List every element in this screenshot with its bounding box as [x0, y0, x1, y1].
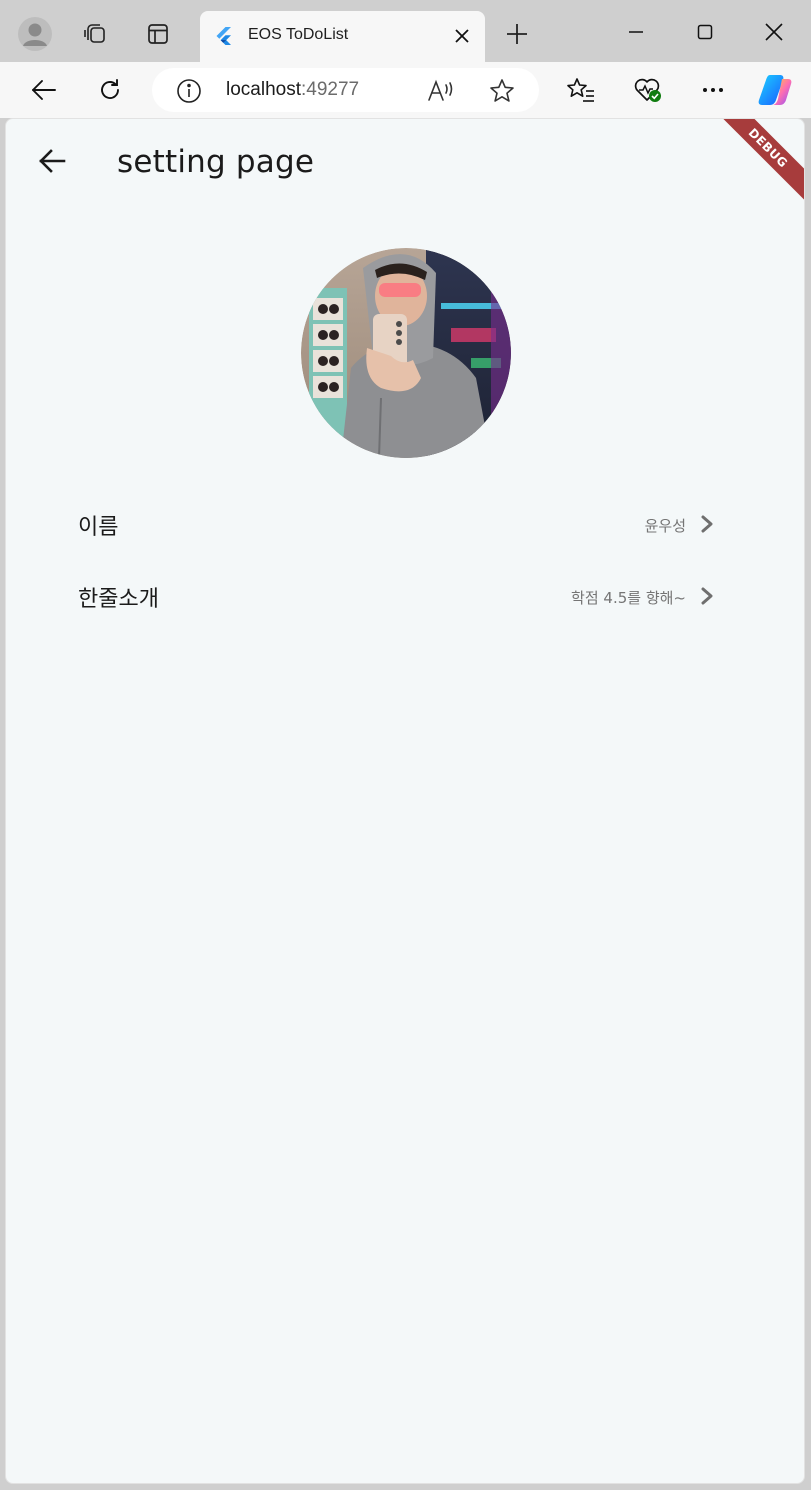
- page-title: setting page: [117, 144, 315, 180]
- url-text: localhost:49277: [226, 79, 359, 101]
- tab-actions-icon: [148, 24, 168, 44]
- profile-icon: [18, 17, 52, 51]
- minimize-icon: [629, 31, 643, 33]
- back-button[interactable]: [24, 70, 64, 110]
- workspaces-button[interactable]: [75, 14, 115, 54]
- maximize-button[interactable]: [682, 12, 728, 52]
- arrow-back-icon: [39, 149, 66, 173]
- favorites-button[interactable]: [561, 70, 601, 110]
- new-tab-icon: [507, 24, 527, 44]
- refresh-icon: [101, 79, 119, 99]
- new-tab-button[interactable]: [497, 14, 537, 54]
- add-favorite-button[interactable]: [487, 76, 517, 106]
- site-info-button[interactable]: [176, 78, 202, 104]
- tab-actions-button[interactable]: [138, 14, 178, 54]
- browser-essentials-button[interactable]: [628, 70, 668, 110]
- chevron-right-icon: [696, 585, 718, 607]
- profile-avatar[interactable]: [301, 248, 511, 458]
- setting-label: 한줄소개: [78, 587, 159, 612]
- close-icon: [765, 23, 783, 41]
- browser-window: EOS ToDoList localhost:49277 setting pag…: [0, 0, 811, 1490]
- active-tab[interactable]: EOS ToDoList: [200, 11, 485, 62]
- tab-strip: EOS ToDoList: [0, 0, 811, 62]
- window-close-button[interactable]: [751, 12, 797, 52]
- chevron-right-icon: [696, 513, 718, 535]
- favorite-star-icon: [490, 79, 514, 102]
- profile-button[interactable]: [15, 14, 55, 54]
- app-bar: setting page: [6, 119, 804, 203]
- close-icon: [455, 29, 469, 43]
- site-info-icon: [177, 79, 201, 103]
- setting-value: 학점 4.5를 향해~: [571, 589, 686, 607]
- profile-photo: [301, 248, 511, 458]
- refresh-button[interactable]: [90, 70, 130, 110]
- url-port: :49277: [301, 79, 360, 100]
- address-bar[interactable]: localhost:49277: [152, 68, 539, 112]
- more-menu-icon: [703, 88, 723, 92]
- setting-row-intro[interactable]: 한줄소개 학점 4.5를 향해~: [6, 567, 804, 627]
- tab-title: EOS ToDoList: [248, 26, 349, 43]
- minimize-button[interactable]: [613, 12, 659, 52]
- setting-value: 윤우성: [644, 517, 686, 535]
- setting-row-name[interactable]: 이름 윤우성: [6, 495, 804, 555]
- more-menu-button[interactable]: [693, 70, 733, 110]
- favorites-list-icon: [567, 78, 594, 102]
- setting-label: 이름: [78, 515, 119, 540]
- app-back-button[interactable]: [32, 141, 72, 181]
- maximize-icon: [697, 24, 713, 40]
- tab-close-button[interactable]: [451, 25, 473, 47]
- app-viewport: setting page DEBUG 이름 윤우성 한줄소개 학점 4.5를 향…: [5, 118, 805, 1484]
- browser-essentials-icon: [634, 78, 661, 102]
- read-aloud-icon: [428, 79, 453, 101]
- url-host: localhost: [226, 79, 301, 100]
- read-aloud-button[interactable]: [426, 76, 456, 106]
- browser-toolbar: localhost:49277: [0, 62, 811, 118]
- copilot-button[interactable]: [756, 70, 796, 110]
- back-icon: [32, 80, 56, 100]
- flutter-icon: [216, 27, 231, 45]
- copilot-icon: [758, 75, 792, 105]
- workspaces-icon: [84, 24, 105, 43]
